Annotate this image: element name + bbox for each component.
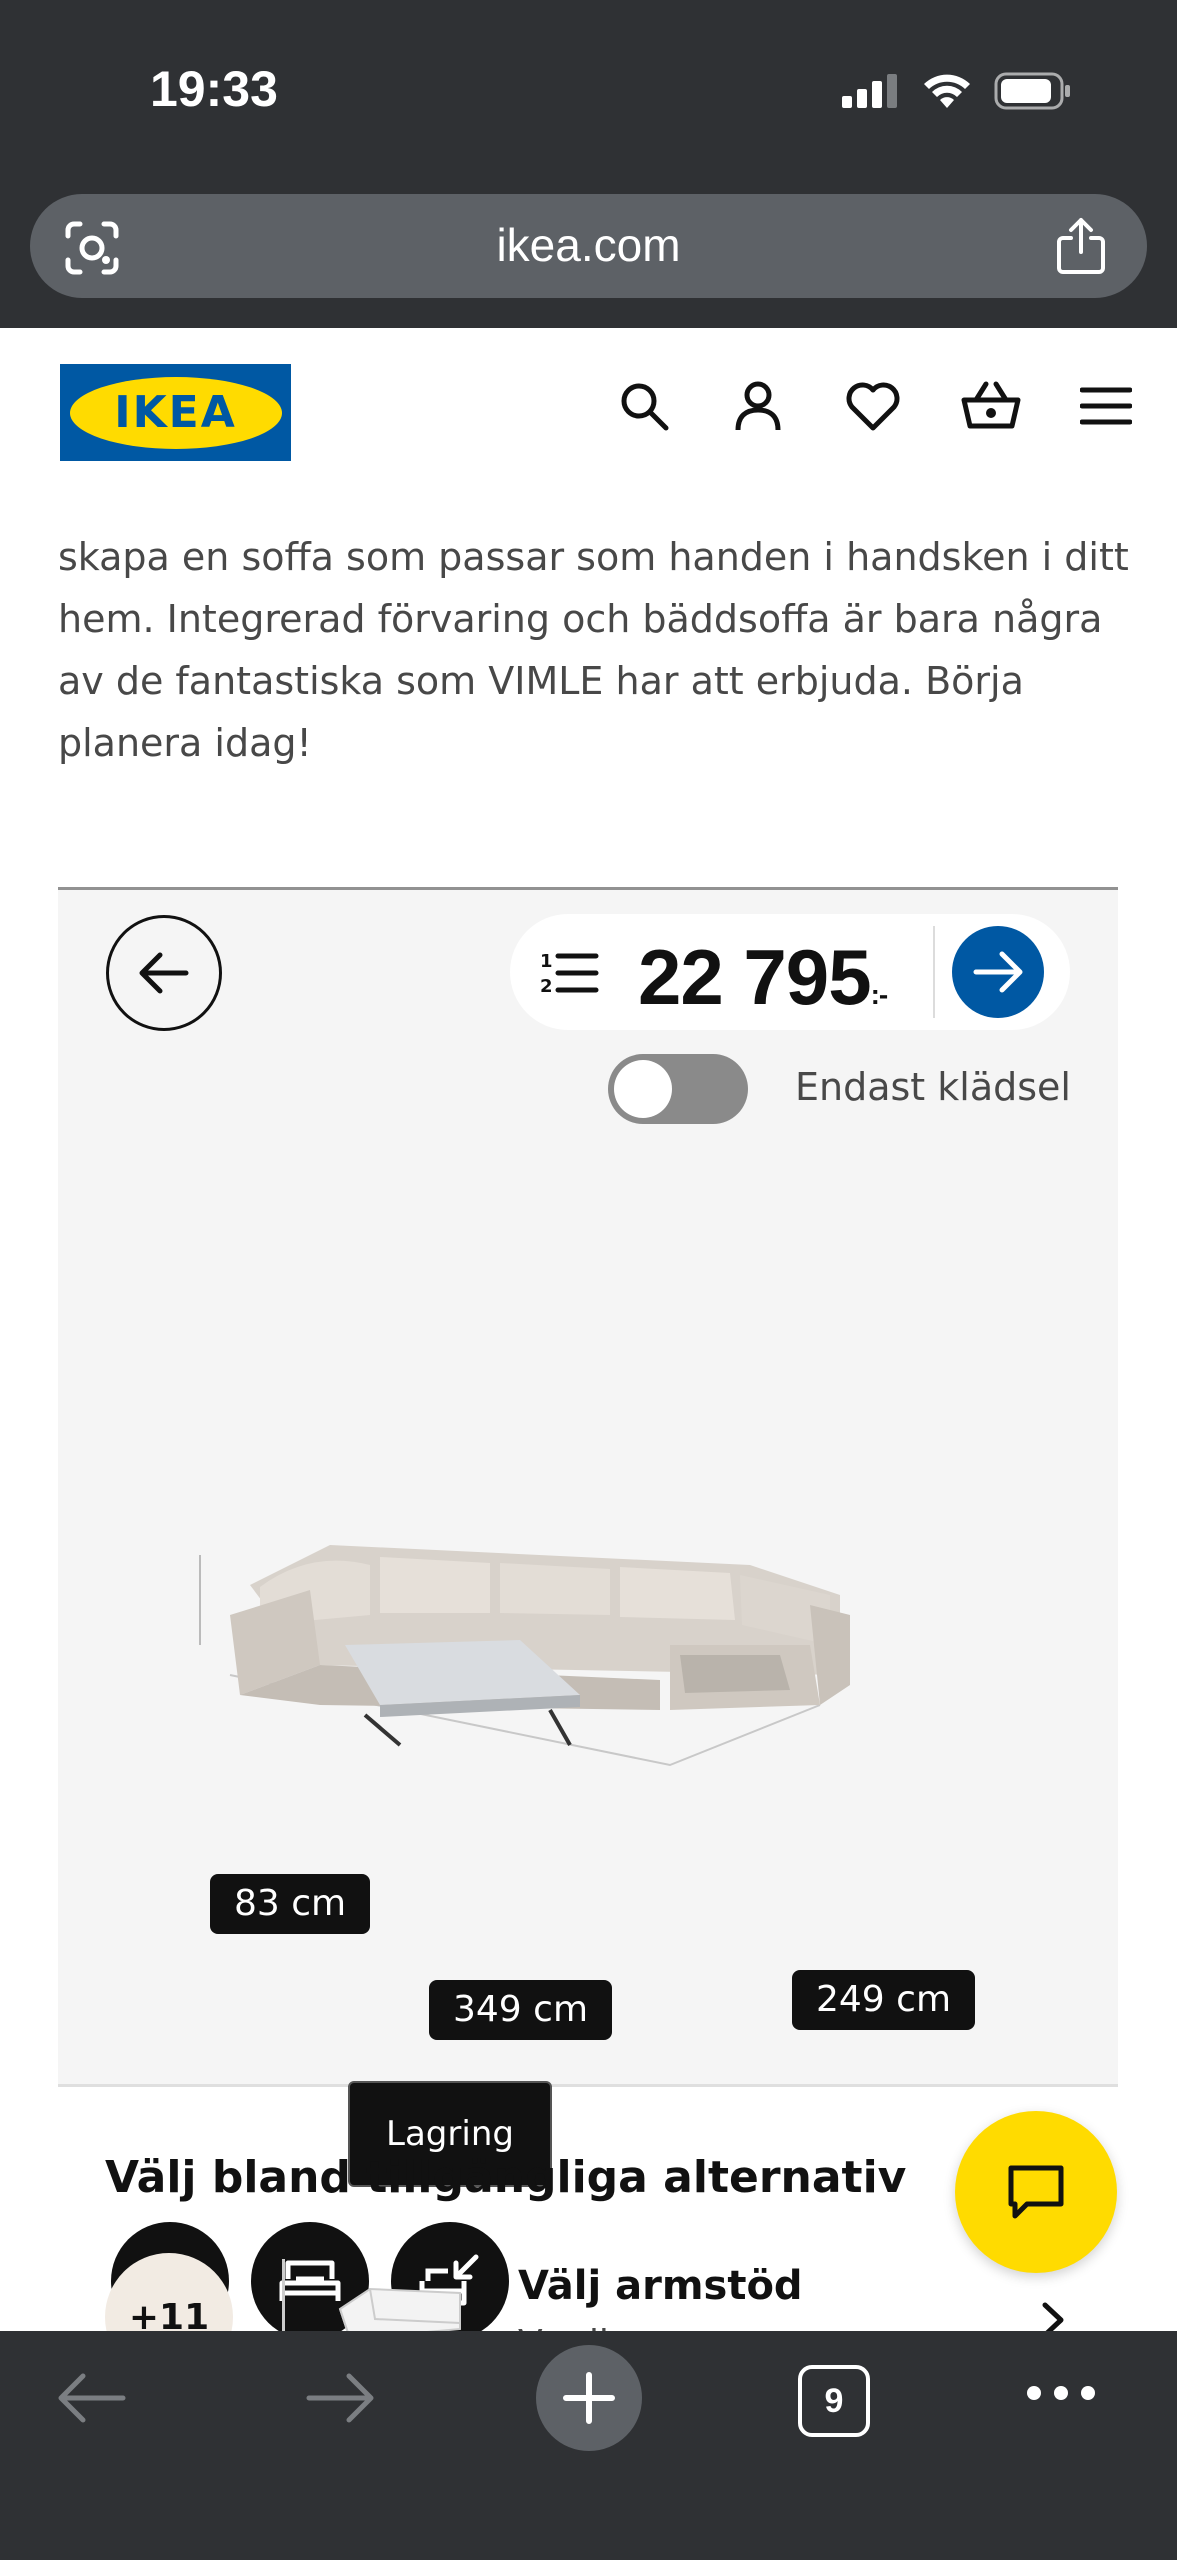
battery-icon xyxy=(994,72,1070,110)
arrow-right-icon xyxy=(973,951,1023,993)
site-header: IKEA xyxy=(0,328,1177,488)
cart-icon[interactable] xyxy=(960,378,1022,434)
continue-button[interactable] xyxy=(952,926,1044,1018)
plus-icon xyxy=(563,2372,615,2424)
height-dimension: 83 cm xyxy=(210,1874,371,1934)
browser-toolbar: 9 xyxy=(0,2331,1177,2560)
status-icons xyxy=(842,72,1072,110)
alternatives-heading: Välj bland tillgängliga alternativ xyxy=(105,2152,907,2203)
signal-icon xyxy=(842,74,897,108)
url-bar[interactable]: ikea.com xyxy=(30,194,1147,298)
arrow-left-icon xyxy=(139,952,189,994)
width-dimension: 349 cm xyxy=(429,1980,613,2040)
back-arrow-icon xyxy=(58,2373,126,2423)
more-options-badge[interactable]: +11 xyxy=(105,2253,233,2331)
option-subtitle: Vardi... xyxy=(518,2323,643,2331)
sofa-3d-view[interactable] xyxy=(190,1495,950,1795)
toggle-label: Endast klädsel xyxy=(795,1065,1071,1109)
depth-dimension: 249 cm xyxy=(792,1970,976,2030)
numbered-list-icon[interactable]: 1 2 xyxy=(540,950,600,996)
tabs-button[interactable]: 9 xyxy=(798,2365,870,2437)
intro-text: ifrån din drömsoffa. Kombinera olika del… xyxy=(58,451,1129,765)
option-title: Välj armstöd xyxy=(518,2263,803,2309)
svg-text:1: 1 xyxy=(540,951,553,972)
ikea-logo[interactable]: IKEA xyxy=(60,364,291,461)
armrest-thumbnail xyxy=(338,2287,461,2331)
browser-forward-button[interactable] xyxy=(305,2371,377,2425)
status-time: 19:33 xyxy=(150,61,278,117)
total-price: 22 795:- xyxy=(638,933,888,1021)
wifi-icon xyxy=(924,74,970,108)
price-summary: 1 2 22 795:- xyxy=(510,914,1070,1030)
more-options-button[interactable] xyxy=(1026,2385,1096,2401)
svg-text:2: 2 xyxy=(540,976,553,996)
header-actions xyxy=(616,378,1132,434)
forward-arrow-icon xyxy=(306,2373,374,2423)
back-button[interactable] xyxy=(106,915,222,1031)
more-dots-icon xyxy=(1027,2386,1095,2400)
chat-button[interactable] xyxy=(955,2111,1117,2273)
new-tab-button[interactable] xyxy=(536,2345,642,2451)
url-text[interactable]: ikea.com xyxy=(30,218,1147,272)
menu-icon[interactable] xyxy=(1080,384,1132,428)
search-icon[interactable] xyxy=(616,378,672,434)
chat-icon xyxy=(1008,2165,1064,2219)
account-icon[interactable] xyxy=(730,378,786,434)
browser-back-button[interactable] xyxy=(55,2371,127,2425)
sofa-configurator: 1 2 22 795:- Endast klädsel 83 cm 349 cm… xyxy=(58,887,1118,2331)
chevron-right-icon xyxy=(1042,2302,1064,2331)
web-page: IKEA ifrån din drömsoff xyxy=(0,328,1177,2331)
heart-icon[interactable] xyxy=(844,378,902,434)
share-icon[interactable] xyxy=(1055,216,1107,276)
status-bar: 19:33 xyxy=(0,0,1177,190)
upholstery-only-toggle[interactable] xyxy=(608,1054,748,1124)
